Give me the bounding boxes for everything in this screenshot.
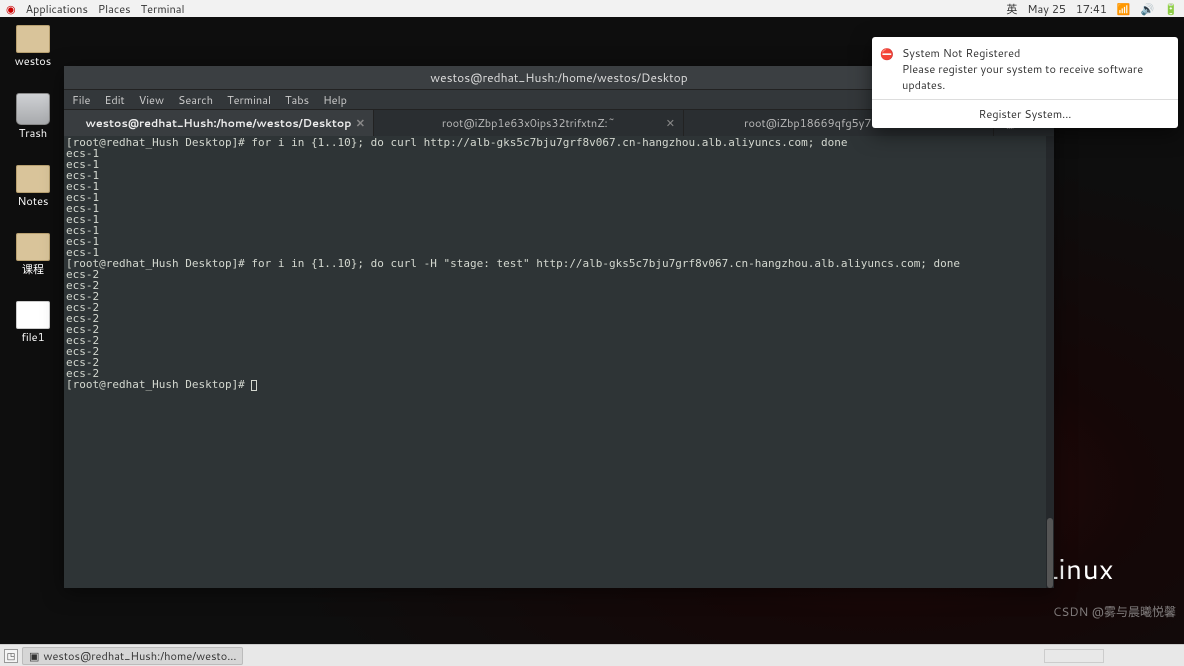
terminal-tab-1[interactable]: westos@redhat_Hush:/home/westos/Desktop …: [64, 110, 374, 136]
menu-search[interactable]: Search: [178, 92, 213, 108]
menu-places[interactable]: Places: [98, 1, 131, 17]
ime-indicator[interactable]: 英: [1006, 1, 1017, 17]
terminal-tab-2[interactable]: root@iZbp1e63x0ips32trifxtnZ:~ ✕: [374, 110, 684, 136]
desktop-icon-file1[interactable]: file1: [8, 301, 58, 343]
volume-icon[interactable]: 🔊: [1141, 1, 1155, 17]
menu-applications[interactable]: Applications: [26, 1, 88, 17]
desktop-icon-label: westos: [15, 56, 52, 67]
menu-tabs[interactable]: Tabs: [285, 92, 309, 108]
show-desktop-button[interactable]: ◳: [4, 649, 18, 663]
notification-popup: ⛔ System Not Registered Please register …: [872, 37, 1178, 128]
clock-time[interactable]: 17:41: [1076, 1, 1107, 17]
watermark-text: CSDN @雾与晨曦悦馨: [1053, 603, 1176, 620]
network-icon[interactable]: 📶: [1117, 1, 1131, 17]
terminal-small-icon: ▣: [29, 648, 39, 664]
desktop-icons: westos Trash Notes 课程 file1: [8, 25, 58, 343]
notification-body: Please register your system to receive s…: [902, 61, 1168, 93]
menu-file[interactable]: File: [72, 92, 90, 108]
gnome-topbar: ◉ Applications Places Terminal 英 May 25 …: [0, 0, 1184, 17]
trash-icon: [16, 93, 50, 125]
folder-icon: [16, 165, 50, 193]
folder-icon: [16, 25, 50, 53]
menu-help[interactable]: Help: [323, 92, 347, 108]
file-icon: [16, 301, 50, 329]
desktop-icon-trash[interactable]: Trash: [8, 93, 58, 139]
terminal-title: westos@redhat_Hush:/home/westos/Desktop: [430, 69, 687, 86]
terminal-body[interactable]: [root@redhat_Hush Desktop]# for i in {1.…: [64, 136, 1054, 588]
desktop-icon-label: 课程: [22, 264, 44, 275]
clock-date[interactable]: May 25: [1027, 1, 1066, 17]
notification-status-icon: ⛔: [880, 46, 894, 62]
notification-action-button[interactable]: Register System...: [872, 99, 1178, 128]
menu-terminal[interactable]: Terminal: [227, 92, 271, 108]
desktop-icon-notes[interactable]: Notes: [8, 165, 58, 207]
desktop-icon-label: file1: [21, 332, 44, 343]
battery-icon[interactable]: 🔋: [1164, 1, 1178, 17]
menu-view[interactable]: View: [139, 92, 164, 108]
desktop-icon-label: Notes: [18, 196, 49, 207]
menu-edit[interactable]: Edit: [104, 92, 124, 108]
tab-label: westos@redhat_Hush:/home/westos/Desktop: [86, 115, 352, 131]
taskbar-item-label: westos@redhat_Hush:/home/westo...: [43, 648, 236, 664]
bottom-taskbar: ◳ ▣ westos@redhat_Hush:/home/westo...: [0, 644, 1184, 666]
desktop-icon-course[interactable]: 课程: [8, 233, 58, 275]
desktop-background: westos Trash Notes 课程 file1 Enterprise L…: [0, 17, 1184, 644]
tab-label: root@iZbp1e63x0ips32trifxtnZ:~: [442, 115, 615, 131]
desktop-icon-westos[interactable]: westos: [8, 25, 58, 67]
notification-title: System Not Registered: [902, 45, 1168, 61]
menu-terminal[interactable]: Terminal: [141, 1, 185, 17]
folder-icon: [16, 233, 50, 261]
tab-close-icon[interactable]: ✕: [356, 115, 365, 131]
tab-close-icon[interactable]: ✕: [666, 115, 675, 131]
watermark-box: [1044, 649, 1104, 663]
redhat-logo-icon: ◉: [6, 1, 16, 17]
terminal-window: westos@redhat_Hush:/home/westos/Desktop …: [64, 66, 1054, 588]
terminal-scrollbar[interactable]: [1046, 136, 1054, 588]
desktop-icon-label: Trash: [19, 128, 47, 139]
taskbar-item-terminal[interactable]: ▣ westos@redhat_Hush:/home/westo...: [22, 647, 243, 665]
